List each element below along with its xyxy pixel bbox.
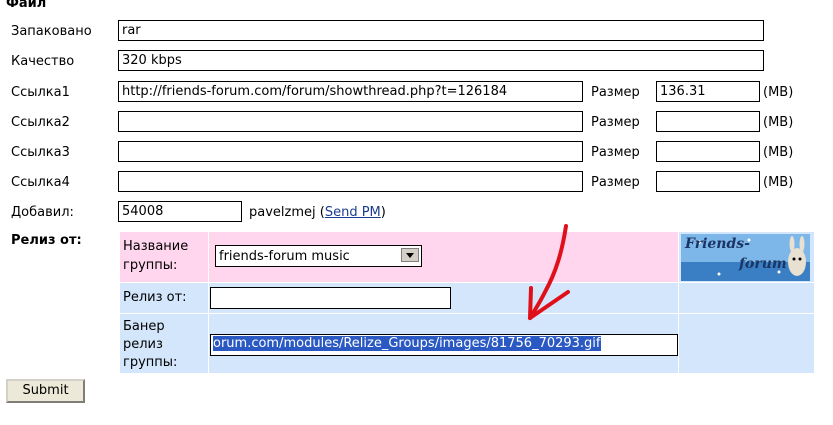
link1-unit: (MB): [763, 85, 794, 100]
link2-input[interactable]: [118, 111, 583, 132]
group-name-label-line2: группы:: [123, 258, 178, 273]
link3-input[interactable]: [118, 141, 583, 162]
link4-size-input[interactable]: [656, 171, 760, 192]
added-by-label: Добавил:: [11, 205, 74, 220]
banner-label-line2: релиз: [123, 337, 163, 352]
release-from-empty-cell: [679, 283, 814, 313]
group-select-value: friends-forum music: [219, 249, 350, 264]
banner-input[interactable]: orum.com/modules/Relize_Groups/images/81…: [210, 334, 678, 356]
release-from-input-cell: [209, 283, 678, 313]
link4-unit: (MB): [763, 175, 794, 190]
banner-input-cell: orum.com/modules/Relize_Groups/images/81…: [209, 314, 678, 373]
group-select-cell: friends-forum music: [209, 232, 678, 282]
username: pavelzmej: [249, 205, 316, 220]
send-pm-link[interactable]: Send PM: [325, 205, 381, 220]
link1-label: Ссылка1: [11, 85, 70, 100]
added-by-user: pavelzmej (Send PM): [249, 205, 386, 221]
release-label: Релиз от:: [11, 233, 82, 248]
chevron-down-icon[interactable]: [401, 248, 419, 262]
release-from-label: Релиз от:: [123, 290, 187, 305]
section-title: Файл: [6, 0, 47, 11]
quality-input[interactable]: 320 kbps: [118, 50, 764, 71]
group-name-label-cell: Название группы:: [120, 232, 208, 282]
submit-button[interactable]: Submit: [6, 379, 85, 403]
group-logo-cell: Friends- forum: [679, 232, 814, 282]
release-from-input[interactable]: [210, 287, 451, 309]
group-name-label-line1: Название: [123, 239, 189, 254]
group-select[interactable]: friends-forum music: [215, 245, 422, 267]
banner-label-line3: группы:: [123, 355, 178, 370]
link2-label: Ссылка2: [11, 115, 70, 130]
quality-label: Качество: [11, 54, 75, 69]
link1-size-input[interactable]: 136.31: [656, 81, 760, 102]
link3-label: Ссылка3: [11, 145, 70, 160]
release-from-label-cell: Релиз от:: [120, 283, 208, 313]
banner-input-value: orum.com/modules/Relize_Groups/images/81…: [213, 336, 601, 351]
link2-size-label: Размер: [591, 115, 640, 130]
logo-text-line1: Friends-: [685, 236, 750, 252]
link1-input[interactable]: http://friends-forum.com/forum/showthrea…: [118, 81, 583, 102]
link4-size-label: Размер: [591, 175, 640, 190]
link3-unit: (MB): [763, 145, 794, 160]
link2-unit: (MB): [763, 115, 794, 130]
banner-empty-cell: [679, 314, 814, 373]
link2-size-input[interactable]: [656, 111, 760, 132]
banner-label-line1: Банер: [123, 319, 165, 334]
logo-text-line2: forum: [739, 256, 787, 272]
link3-size-label: Размер: [591, 145, 640, 160]
added-by-input[interactable]: 54008: [118, 201, 242, 222]
link4-input[interactable]: [118, 171, 583, 192]
link3-size-input[interactable]: [656, 141, 760, 162]
packed-input[interactable]: rar: [118, 20, 764, 41]
red-arrow-annotation: [528, 224, 570, 320]
link1-size-label: Размер: [591, 85, 640, 100]
packed-label: Запаковано: [11, 24, 92, 39]
link4-label: Ссылка4: [11, 175, 70, 190]
send-pm-close: ): [380, 205, 386, 220]
banner-label-cell: Банер релиз группы:: [120, 314, 208, 373]
